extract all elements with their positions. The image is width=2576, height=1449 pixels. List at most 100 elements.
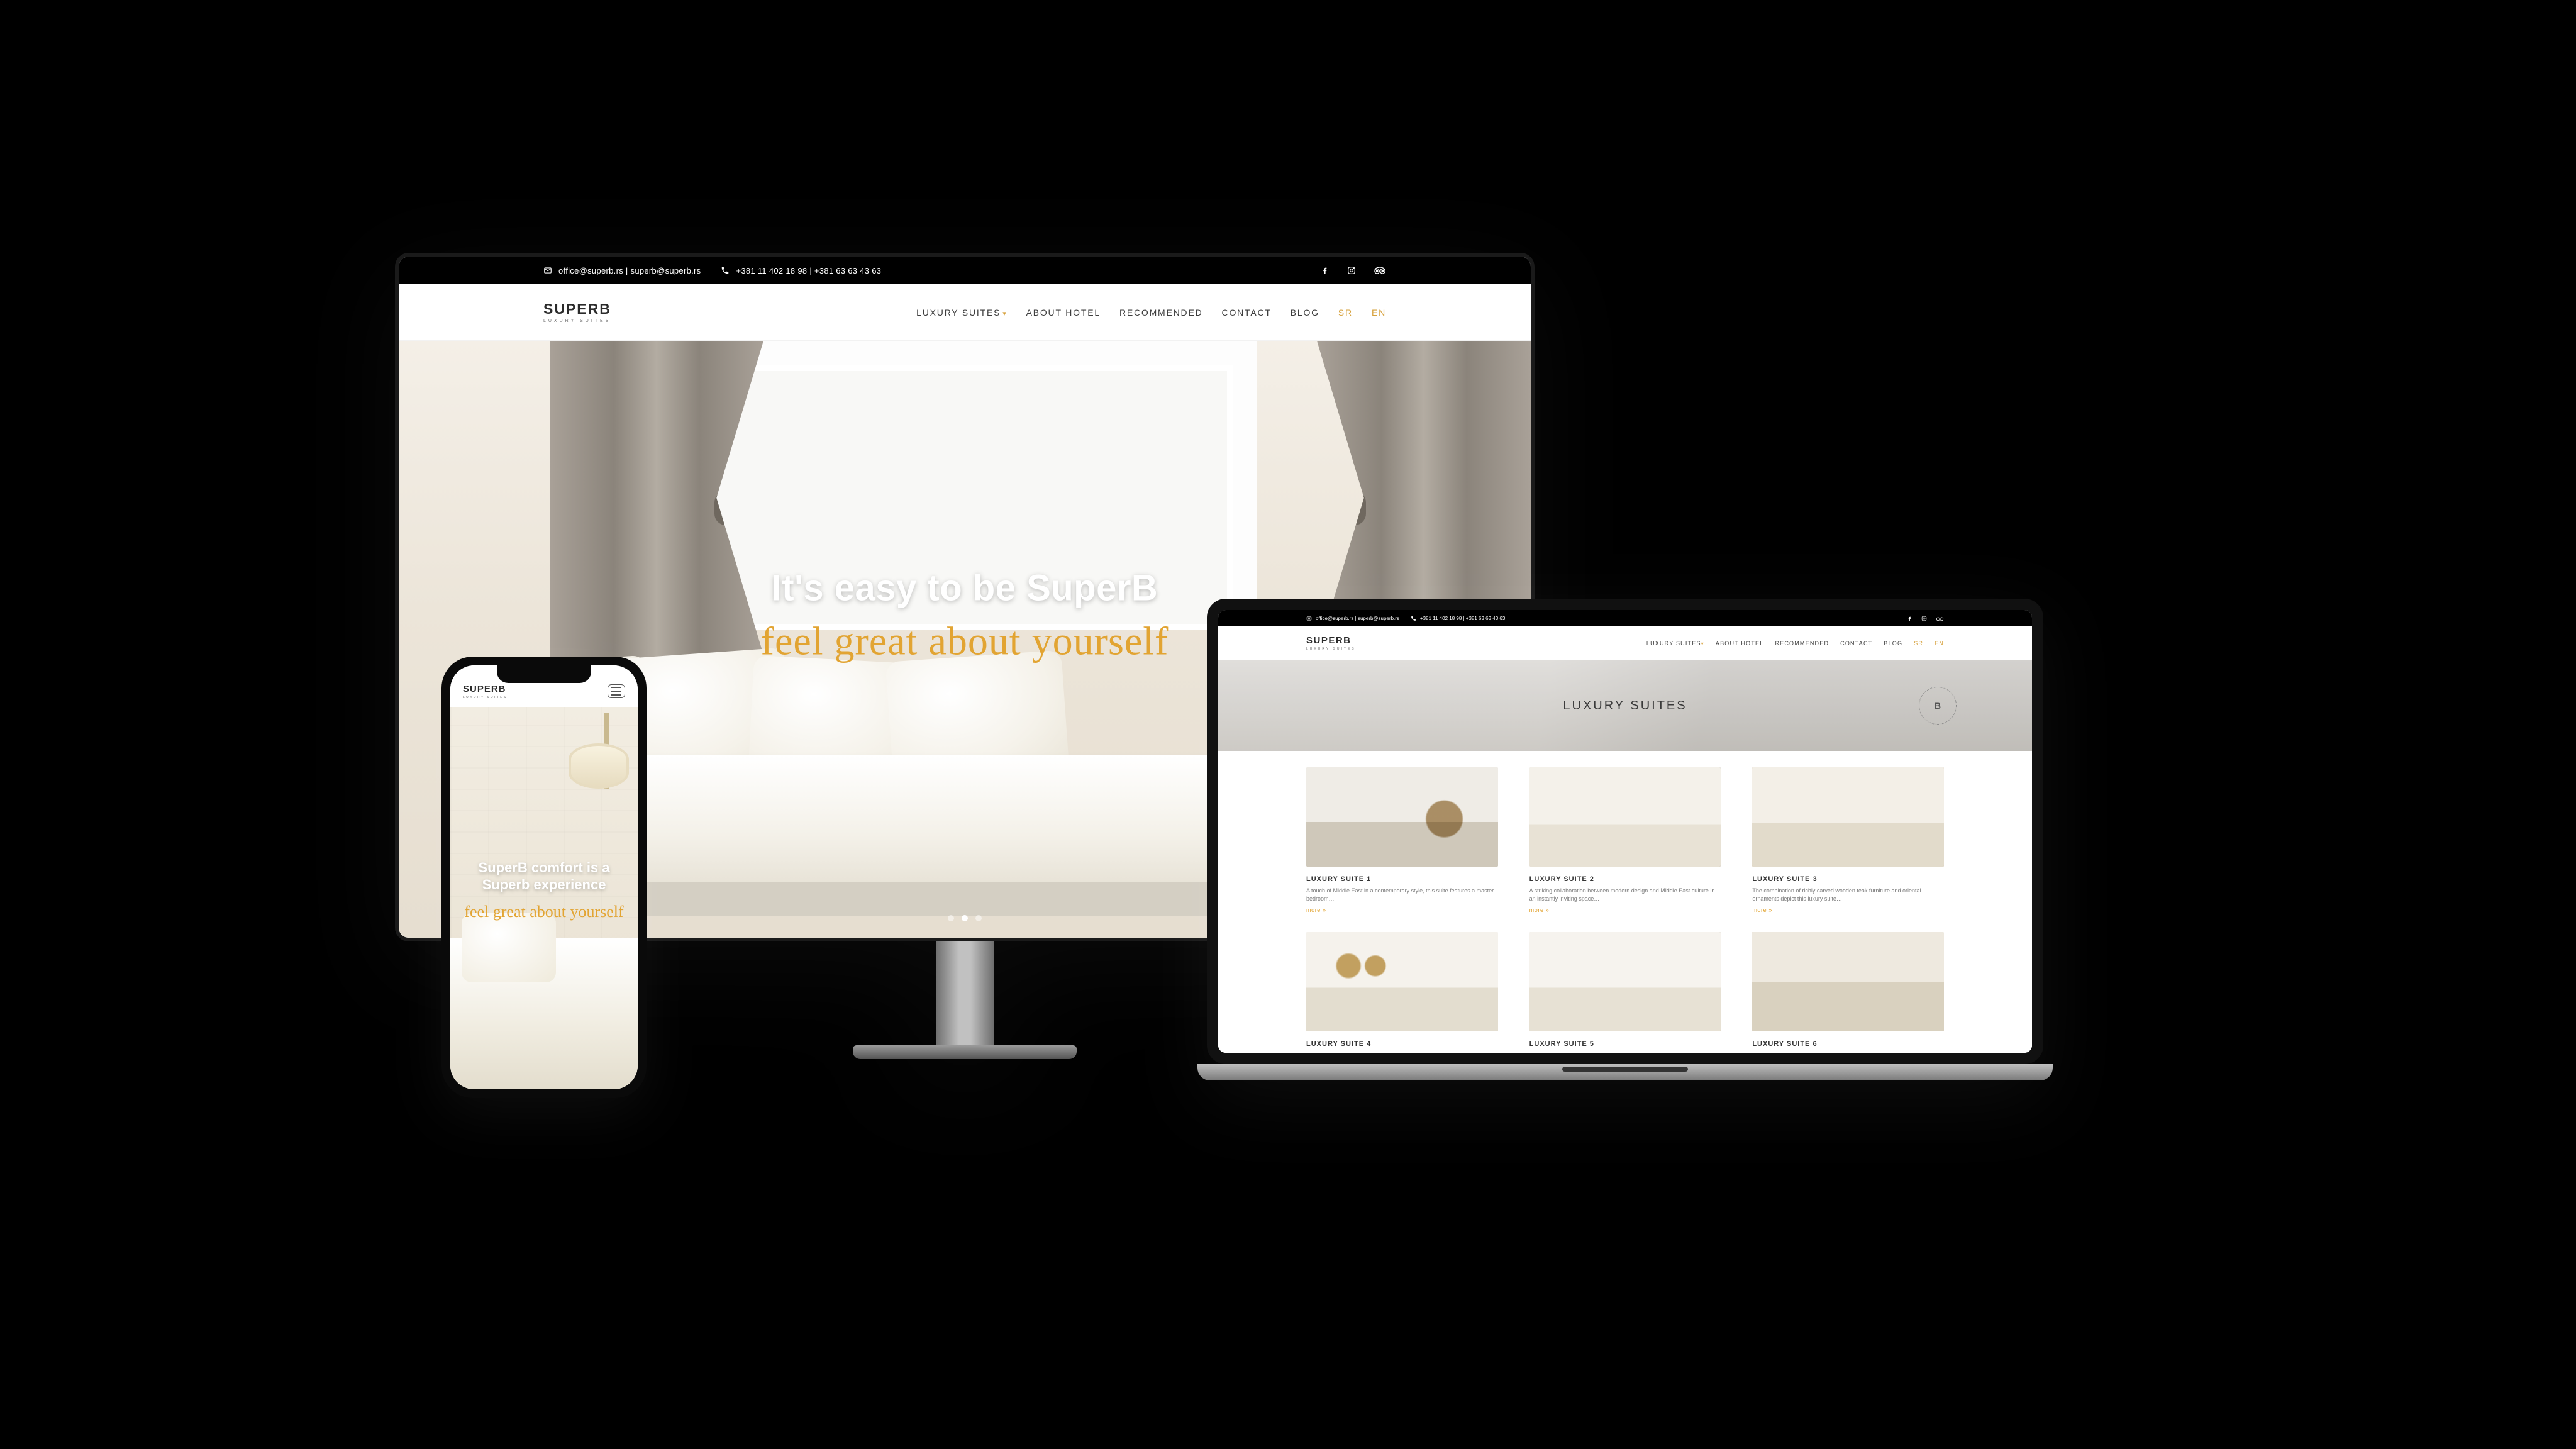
contact-emails[interactable]: office@superb.rs | superb@superb.rs <box>1316 616 1399 621</box>
tripadvisor-icon[interactable] <box>1374 266 1386 275</box>
brand-tagline: LUXURY SUITES <box>463 696 508 699</box>
nav-item-luxury-suites[interactable]: LUXURY SUITES▾ <box>916 308 1007 318</box>
hero-headline: It's easy to be SuperB <box>761 567 1169 609</box>
mail-icon <box>1306 616 1312 621</box>
nav-item-about-hotel[interactable]: ABOUT HOTEL <box>1026 308 1101 318</box>
hero-carousel[interactable]: SuperB comfort is a Superb experience fe… <box>450 707 638 1089</box>
monitor-neck <box>936 941 994 1045</box>
suite-image[interactable] <box>1530 767 1721 867</box>
suite-image[interactable] <box>1306 932 1498 1031</box>
floor-lamp <box>560 713 629 852</box>
contact-phones[interactable]: +381 11 402 18 98 | +381 63 63 43 63 <box>736 266 881 275</box>
lang-switch-en[interactable]: EN <box>1935 640 1944 647</box>
mail-icon <box>543 266 552 275</box>
nav-links: LUXURY SUITES▾ ABOUT HOTEL RECOMMENDED CONT… <box>916 308 1386 318</box>
suite-card[interactable]: LUXURY SUITE 4 <box>1306 932 1498 1053</box>
suite-image[interactable] <box>1306 767 1498 867</box>
phone-icon <box>1411 616 1416 621</box>
brand-tagline: LUXURY SUITES <box>1306 647 1356 651</box>
more-link[interactable]: more » <box>1530 907 1721 913</box>
suite-image[interactable] <box>1752 932 1944 1031</box>
hero-subhead: feel great about yourself <box>460 902 628 921</box>
carousel-dots[interactable] <box>948 915 982 921</box>
laptop-viewport: office@superb.rs | superb@superb.rs +381… <box>1207 599 2043 1064</box>
suite-title: LUXURY SUITE 1 <box>1306 875 1498 883</box>
nav-item-recommended[interactable]: RECOMMENDED <box>1119 308 1203 318</box>
pillow <box>462 913 556 982</box>
contact-emails[interactable]: office@superb.rs | superb@superb.rs <box>558 266 701 275</box>
chevron-down-icon: ▾ <box>1002 310 1007 318</box>
carousel-dot[interactable] <box>948 915 954 921</box>
phone-icon <box>721 266 730 275</box>
hamburger-menu-icon[interactable] <box>608 684 625 698</box>
main-nav: SUPERB LUXURY SUITES LUXURY SUITES▾ABOUT… <box>399 284 1531 341</box>
nav-links: LUXURY SUITES▾ ABOUT HOTEL RECOMMENDED CONT… <box>1646 640 1944 647</box>
carousel-dot[interactable] <box>962 915 968 921</box>
hero-title: SuperB comfort is a Superb experience fe… <box>450 860 638 921</box>
suite-image[interactable] <box>1752 767 1944 867</box>
phone-body: SUPERB LUXURY SUITES SuperB comfort is a… <box>441 657 647 1098</box>
suite-card[interactable]: LUXURY SUITE 1 A touch of Middle East in … <box>1306 767 1498 918</box>
nav-item-luxury-suites[interactable]: LUXURY SUITES▾ <box>1646 640 1704 647</box>
suite-card[interactable]: LUXURY SUITE 5 <box>1530 932 1721 1053</box>
hero-subhead: feel great about yourself <box>761 618 1169 664</box>
social-links <box>1321 266 1386 275</box>
nav-item-recommended[interactable]: RECOMMENDED <box>1775 640 1829 647</box>
contact-bar: office@superb.rs | superb@superb.rs +381… <box>1218 610 2032 626</box>
brand-logo[interactable]: SUPERB LUXURY SUITES <box>1306 635 1356 651</box>
chevron-down-icon: ▾ <box>1701 641 1704 647</box>
facebook-icon[interactable] <box>1907 616 1913 621</box>
lang-switch-en[interactable]: EN <box>1372 308 1386 318</box>
suite-card[interactable]: LUXURY SUITE 3 The combination of richly … <box>1752 767 1944 918</box>
contact-info: office@superb.rs | superb@superb.rs +381… <box>543 266 881 275</box>
suite-card[interactable]: LUXURY SUITE 6 <box>1752 932 1944 1053</box>
nav-item-contact[interactable]: CONTACT <box>1222 308 1272 318</box>
nav-item-contact[interactable]: CONTACT <box>1840 640 1872 647</box>
contact-phones[interactable]: +381 11 402 18 98 | +381 63 63 43 63 <box>1420 616 1505 621</box>
nav-item-blog[interactable]: BLOG <box>1884 640 1902 647</box>
phone-mockup: SUPERB LUXURY SUITES SuperB comfort is a… <box>441 657 647 1098</box>
suite-description: A striking collaboration between modern … <box>1530 887 1721 903</box>
suite-title: LUXURY SUITE 3 <box>1752 875 1944 883</box>
lang-switch-sr[interactable]: SR <box>1914 640 1923 647</box>
carousel-dot[interactable] <box>975 915 982 921</box>
page-hero: LUXURY SUITES B <box>1218 660 2032 751</box>
suite-title: LUXURY SUITE 4 <box>1306 1040 1498 1048</box>
contact-bar: office@superb.rs | superb@superb.rs +381… <box>399 257 1531 284</box>
instagram-icon[interactable] <box>1921 616 1927 621</box>
phone-viewport: SUPERB LUXURY SUITES SuperB comfort is a… <box>450 665 638 1089</box>
tripadvisor-icon[interactable] <box>1936 616 1944 621</box>
suite-image[interactable] <box>1530 932 1721 1031</box>
page-title: LUXURY SUITES <box>1563 699 1687 713</box>
suite-card[interactable]: LUXURY SUITE 2 A striking collaboration b… <box>1530 767 1721 918</box>
nav-item-blog[interactable]: BLOG <box>1291 308 1319 318</box>
brand-name: SUPERB <box>543 301 611 317</box>
nav-item-about-hotel[interactable]: ABOUT HOTEL <box>1716 640 1764 647</box>
monitor-base <box>853 1045 1077 1059</box>
social-links <box>1907 616 1944 621</box>
suite-description: A touch of Middle East in a contemporary… <box>1306 887 1498 903</box>
brand-logo[interactable]: SUPERB LUXURY SUITES <box>543 302 611 323</box>
hero-headline: SuperB comfort is a Superb experience <box>460 860 628 894</box>
suite-title: LUXURY SUITE 5 <box>1530 1040 1721 1048</box>
brand-tagline: LUXURY SUITES <box>543 319 611 323</box>
suite-title: LUXURY SUITE 2 <box>1530 875 1721 883</box>
suite-title: LUXURY SUITE 6 <box>1752 1040 1944 1048</box>
instagram-icon[interactable] <box>1347 266 1356 275</box>
facebook-icon[interactable] <box>1321 266 1330 275</box>
hero-title: It's easy to be SuperB feel great about … <box>761 567 1169 664</box>
laptop-base <box>1197 1064 2053 1080</box>
brand-stamp-icon: B <box>1919 687 1957 724</box>
brand-name: SUPERB <box>1306 635 1356 646</box>
lang-switch-sr[interactable]: SR <box>1338 308 1353 318</box>
laptop-mockup: office@superb.rs | superb@superb.rs +381… <box>1197 599 2053 1102</box>
brand-logo[interactable]: SUPERB LUXURY SUITES <box>463 684 508 699</box>
suites-grid: LUXURY SUITE 1 A touch of Middle East in … <box>1218 751 2032 1053</box>
phone-notch <box>497 665 591 683</box>
more-link[interactable]: more » <box>1752 907 1944 913</box>
suite-description: The combination of richly carved wooden … <box>1752 887 1944 903</box>
brand-name: SUPERB <box>463 684 508 694</box>
contact-info: office@superb.rs | superb@superb.rs +381… <box>1306 616 1505 621</box>
more-link[interactable]: more » <box>1306 907 1498 913</box>
main-nav: SUPERB LUXURY SUITES LUXURY SUITES▾ABOUT… <box>1218 626 2032 660</box>
